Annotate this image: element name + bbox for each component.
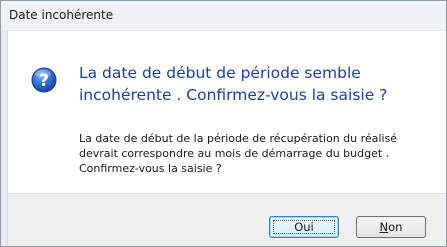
window-title: Date incohérente xyxy=(9,8,114,22)
non-button-label: Non xyxy=(379,220,403,234)
oui-button-label: Oui xyxy=(294,220,314,234)
message-body: La date de début de la période de récupé… xyxy=(79,131,439,176)
dialog-window: Date incohérente xyxy=(0,0,447,247)
main-instruction-line: La date de début de période semble xyxy=(79,64,361,82)
message-body-line: Confirmez-vous la saisie ? xyxy=(79,162,222,175)
main-instruction-line: incohérente . Confirmez-vous la saisie ? xyxy=(79,86,388,104)
access-key: N xyxy=(379,220,389,234)
question-icon: ? xyxy=(31,67,57,93)
title-bar[interactable]: Date incohérente xyxy=(1,1,446,31)
main-instruction: La date de début de période semble incoh… xyxy=(79,62,429,106)
message-body-line: devrait correspondre au mois de démarrag… xyxy=(79,147,390,160)
oui-button[interactable]: Oui xyxy=(269,216,339,238)
non-button[interactable]: Non xyxy=(356,216,426,238)
svg-text:?: ? xyxy=(39,71,49,91)
window-left-border xyxy=(1,30,8,246)
message-body-line: La date de début de la période de récupé… xyxy=(79,132,398,145)
